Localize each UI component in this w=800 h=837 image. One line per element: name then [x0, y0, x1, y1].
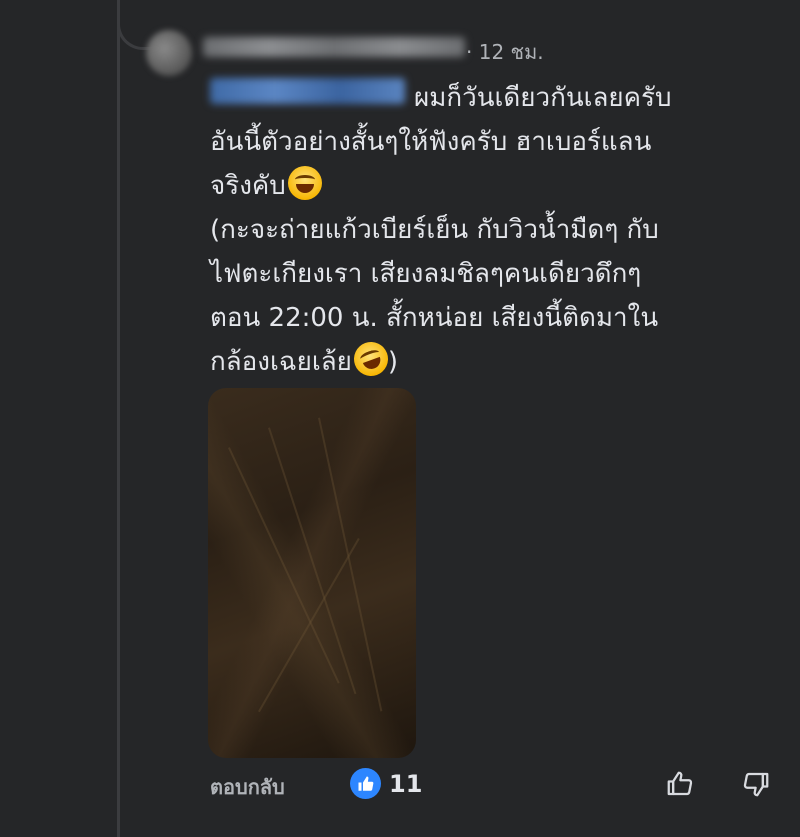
video-light-streak: [258, 538, 360, 713]
comment-line-7: กล้องเฉยเล้ย): [210, 337, 785, 384]
comment-line-7-end: ): [387, 347, 399, 377]
video-light-streak: [318, 417, 383, 712]
comment-line-4: (กะจะถ่ายแก้วเบียร์เย็น กับวิวน้ำมืดๆ กั…: [210, 215, 659, 245]
video-light-streak: [228, 447, 340, 684]
comment-line-7-text: กล้องเฉยเล้ย: [210, 347, 352, 377]
video-attachment[interactable]: [208, 388, 416, 758]
comment-line-5: ไฟตะเกียงเรา เสียงลมชิลๆคนเดียวดึกๆ: [210, 259, 642, 289]
reply-button[interactable]: ตอบกลับ: [210, 771, 285, 803]
tears-of-joy-emoji-icon: [287, 166, 322, 200]
comment-line-3: จริงคับ: [210, 164, 785, 208]
comment-body: ผมก็วันเดียวกันเลยครับ อันนี้ตัวอย่างสั้…: [210, 76, 785, 384]
author-name-blurred[interactable]: [203, 37, 465, 57]
comment-line-6: ตอน 22:00 น. สั้กหน่อย เสียงนี้ติดมาใน: [210, 303, 659, 333]
avatar[interactable]: [146, 30, 192, 76]
thumbs-up-icon[interactable]: [662, 766, 698, 802]
thumbs-down-icon[interactable]: [738, 766, 774, 802]
comment-line-3-text: จริงคับ: [210, 171, 286, 201]
comment-line-2: อันนี้ตัวอย่างสั้นๆให้ฟังครับ ฮาเบอร์แลน: [210, 127, 652, 157]
reaction-summary[interactable]: 11: [350, 768, 422, 799]
like-icon: [350, 768, 381, 799]
comment-line-1: ผมก็วันเดียวกันเลยครับ: [414, 83, 672, 113]
rolling-laughing-emoji-icon: [349, 337, 393, 381]
comment-timestamp[interactable]: · 12 ชม.: [466, 36, 544, 68]
reaction-count: 11: [389, 769, 423, 798]
thread-line: [117, 0, 120, 837]
